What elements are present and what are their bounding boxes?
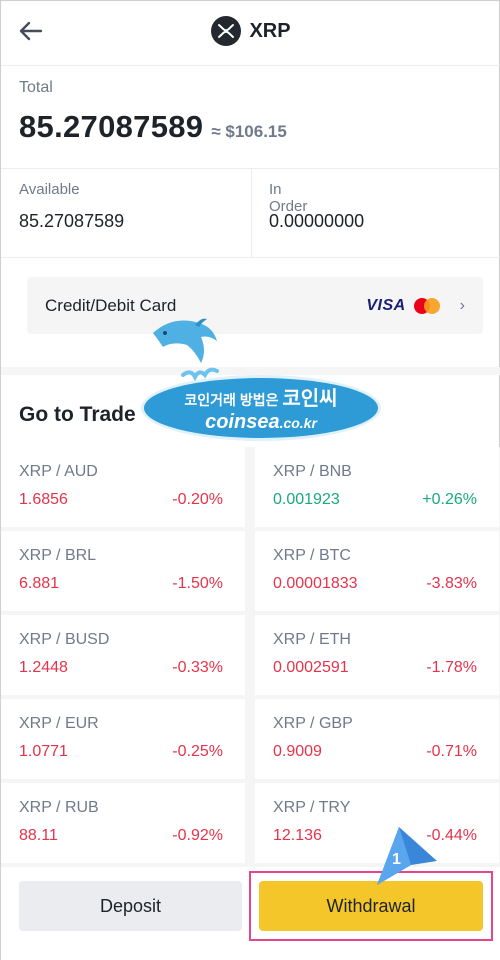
- pair-price: 0.001923: [273, 491, 340, 508]
- trade-pair-card[interactable]: XRP / AUD 1.6856 -0.20%: [1, 447, 245, 527]
- pair-name: XRP / TRY: [273, 799, 351, 816]
- top-bar: XRP: [1, 1, 500, 65]
- pair-name: XRP / ETH: [273, 631, 351, 648]
- watermark: 코인거래 방법은 코인씨 coinsea.co.kr: [141, 311, 381, 441]
- watermark-domain-suffix: .co.kr: [279, 415, 317, 431]
- pair-name: XRP / BUSD: [19, 631, 110, 648]
- pair-name: XRP / RUB: [19, 799, 99, 816]
- pair-price: 1.0771: [19, 743, 68, 760]
- pair-price: 1.6856: [19, 491, 68, 508]
- watermark-badge: 코인거래 방법은 코인씨 coinsea.co.kr: [141, 375, 381, 441]
- trade-pairs-grid: XRP / AUD 1.6856 -0.20% XRP / BNB 0.001923 +0…: [1, 447, 500, 867]
- deposit-button[interactable]: Deposit: [19, 881, 242, 931]
- pair-change: +0.26%: [422, 491, 477, 508]
- total-fiat-value: ≈ $106.15: [211, 122, 287, 141]
- watermark-korean-small: 코인거래 방법은: [184, 392, 279, 408]
- divider: [1, 257, 500, 258]
- pair-price: 6.881: [19, 575, 60, 592]
- trade-pair-card[interactable]: XRP / EUR 1.0771 -0.25%: [1, 699, 245, 779]
- pair-price: 0.9009: [273, 743, 322, 760]
- pair-change: -0.33%: [172, 659, 223, 676]
- trade-pair-card[interactable]: XRP / RUB 88.11 -0.92%: [1, 783, 245, 863]
- pair-price: 12.136: [273, 827, 322, 844]
- pair-change: -0.25%: [172, 743, 223, 760]
- available-label: Available: [19, 181, 80, 198]
- pointer-arrow-icon: [377, 827, 437, 885]
- pair-change: -0.92%: [172, 827, 223, 844]
- pair-price: 88.11: [19, 827, 58, 844]
- pair-price: 1.2448: [19, 659, 68, 676]
- pair-price: 0.00001833: [273, 575, 358, 592]
- pair-change: -3.83%: [426, 575, 477, 592]
- trade-pair-card[interactable]: XRP / BRL 6.881 -1.50%: [1, 531, 245, 611]
- trade-pair-card[interactable]: XRP / ETH 0.0002591 -1.78%: [255, 615, 499, 695]
- available-value: 85.27087589: [19, 211, 125, 231]
- page-title: XRP: [249, 19, 291, 42]
- app-screen: XRP Total 85.27087589 ≈ $106.15 Availabl…: [0, 0, 500, 960]
- trade-pair-card[interactable]: XRP / GBP 0.9009 -0.71%: [255, 699, 499, 779]
- pair-price: 0.0002591: [273, 659, 349, 676]
- pair-change: -0.71%: [426, 743, 477, 760]
- pair-name: XRP / BNB: [273, 463, 352, 480]
- trade-pair-card[interactable]: XRP / BNB 0.001923 +0.26%: [255, 447, 499, 527]
- trade-pair-card[interactable]: XRP / BUSD 1.2448 -0.33%: [1, 615, 245, 695]
- chevron-right-icon: ›: [459, 296, 465, 314]
- total-value: 85.27087589: [19, 109, 204, 144]
- step-number: 1: [392, 851, 401, 868]
- step-marker: 1: [371, 827, 441, 893]
- pair-change: -1.50%: [172, 575, 223, 592]
- page-title-group: XRP: [1, 15, 500, 47]
- mastercard-logo-icon: [413, 297, 440, 314]
- in-order-label: In Order: [269, 181, 308, 215]
- total-label: Total: [19, 79, 53, 96]
- watermark-domain: coinsea: [205, 411, 280, 433]
- watermark-korean-big: 코인씨: [282, 388, 338, 410]
- pair-name: XRP / GBP: [273, 715, 353, 732]
- pair-change: -1.78%: [426, 659, 477, 676]
- pair-name: XRP / BRL: [19, 547, 97, 564]
- pair-name: XRP / AUD: [19, 463, 98, 480]
- divider: [1, 65, 500, 66]
- pair-change: -0.20%: [172, 491, 223, 508]
- divider: [251, 169, 252, 257]
- go-to-trade-title: Go to Trade: [19, 403, 136, 426]
- pair-name: XRP / EUR: [19, 715, 99, 732]
- pair-name: XRP / BTC: [273, 547, 351, 564]
- xrp-logo-icon: [211, 16, 242, 46]
- in-order-value: 0.00000000: [269, 211, 365, 231]
- trade-pair-card[interactable]: XRP / BTC 0.00001833 -3.83%: [255, 531, 499, 611]
- total-balance: 85.27087589 ≈ $106.15: [19, 109, 287, 145]
